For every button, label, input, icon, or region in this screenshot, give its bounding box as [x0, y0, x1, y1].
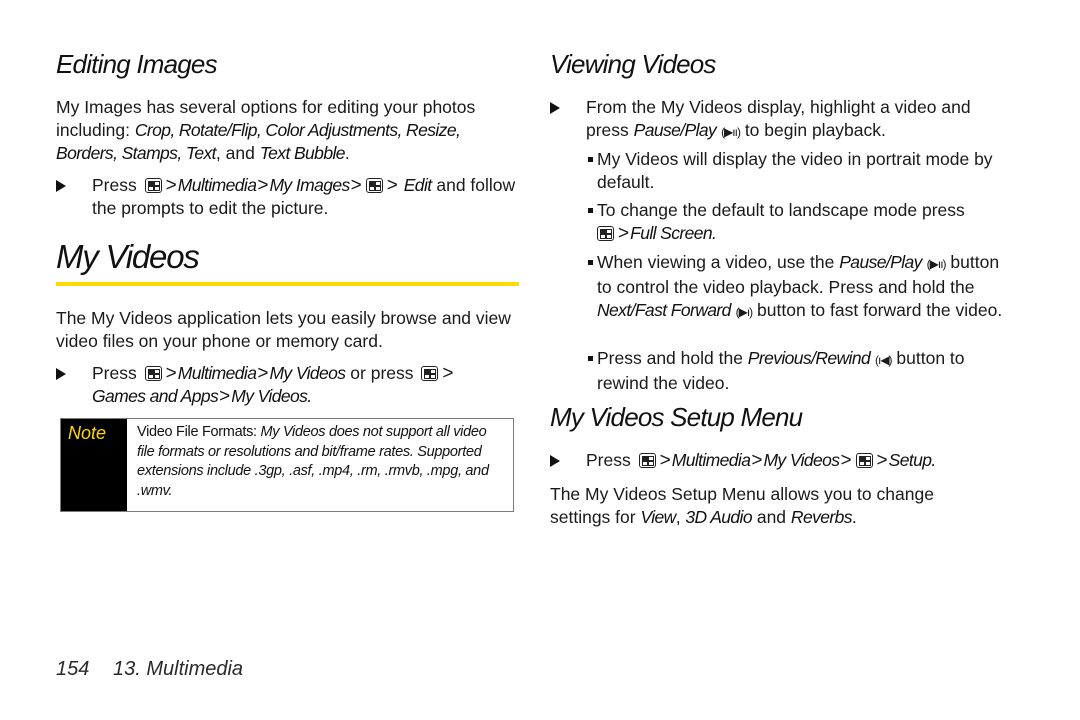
editing-images-intro: My Images has several options for editin…	[56, 97, 476, 163]
my-videos-intro: The My Videos application lets you easil…	[56, 308, 511, 351]
triangle-right-icon	[550, 102, 560, 114]
pause-play-icon: (▶ıı)	[926, 257, 947, 271]
triangle-right-icon	[550, 455, 560, 467]
note-box: Note Video File Formats: My Videos does …	[60, 418, 514, 512]
square-bullet-icon	[588, 356, 593, 361]
square-bullet-icon	[588, 208, 593, 213]
menu-key-icon	[855, 453, 873, 468]
chapter-title: 13. Multimedia	[113, 658, 244, 680]
section-title-viewing-videos: Viewing Videos	[550, 49, 716, 79]
setup-menu-step: Press >Multimedia>My Videos> >Setup.	[550, 449, 1010, 472]
menu-key-icon	[421, 366, 439, 381]
menu-key-icon	[365, 178, 383, 193]
bullet-item: Press and hold the Previous/Rewind (ı◀) …	[588, 347, 1008, 395]
triangle-right-icon	[56, 368, 66, 380]
menu-key-icon	[597, 226, 614, 241]
note-label: Note	[68, 423, 107, 443]
note-label-panel: Note	[61, 419, 127, 511]
square-bullet-icon	[588, 260, 593, 265]
setup-menu-description: The My Videos Setup Menu allows you to c…	[550, 484, 934, 527]
rewind-icon: (ı◀)	[874, 353, 893, 367]
menu-key-icon	[638, 453, 656, 468]
bullet-item: When viewing a video, use the Pause/Play…	[588, 251, 1008, 324]
title-underline-rule	[56, 282, 519, 286]
menu-key-icon	[144, 178, 162, 193]
section-title-my-videos: My Videos	[56, 238, 200, 275]
viewing-videos-step: From the My Videos display, highlight a …	[550, 96, 1010, 144]
triangle-right-icon	[56, 180, 66, 192]
page-number: 154	[56, 658, 90, 680]
section-title-setup-menu: My Videos Setup Menu	[550, 402, 803, 432]
bullet-item: My Videos will display the video in port…	[588, 148, 1008, 194]
fast-forward-icon: (▶ı)	[735, 305, 754, 319]
my-videos-step: Press >Multimedia>My Videos or press > Ga…	[56, 362, 520, 408]
bullet-item: To change the default to landscape mode …	[588, 199, 1008, 245]
editing-images-step: Press >Multimedia>My Images> > Edit and f…	[56, 174, 520, 220]
square-bullet-icon	[588, 157, 593, 162]
note-text: Video File Formats: My Videos does not s…	[137, 424, 489, 499]
menu-key-icon	[144, 366, 162, 381]
pause-play-icon: (▶ıı)	[721, 125, 741, 139]
section-title-editing-images: Editing Images	[56, 49, 218, 79]
